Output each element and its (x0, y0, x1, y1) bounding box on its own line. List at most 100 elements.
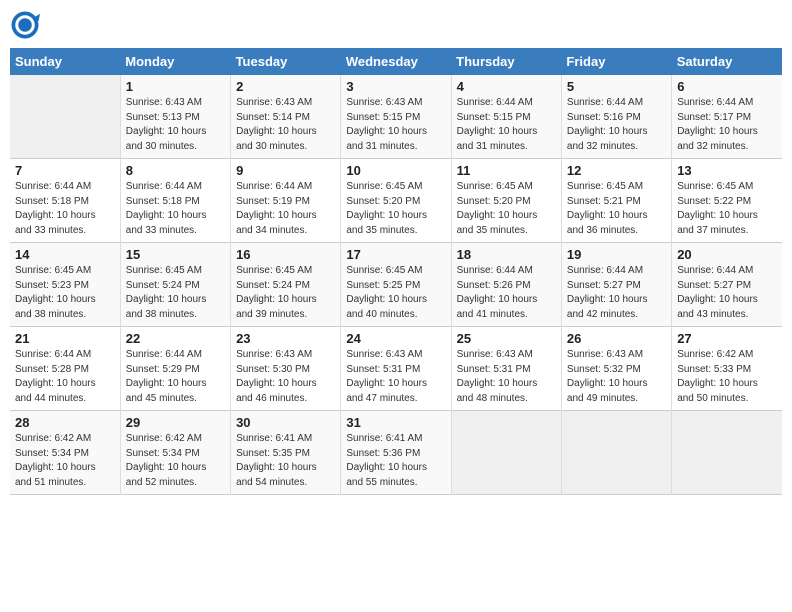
column-header-saturday: Saturday (672, 48, 782, 75)
day-info: Sunrise: 6:44 AMSunset: 5:19 PMDaylight:… (236, 180, 335, 238)
day-info: Sunrise: 6:45 AMSunset: 5:21 PMDaylight:… (567, 180, 666, 238)
calendar-cell: 12 Sunrise: 6:45 AMSunset: 5:21 PMDayligh… (561, 159, 671, 243)
column-header-tuesday: Tuesday (231, 48, 341, 75)
day-info: Sunrise: 6:45 AMSunset: 5:24 PMDaylight:… (236, 264, 335, 322)
calendar-cell: 21Sunrise: 6:44 AMSunset: 5:28 PMDayligh… (10, 327, 120, 411)
column-header-wednesday: Wednesday (341, 48, 451, 75)
day-number: 24 (346, 331, 445, 346)
calendar-cell: 25 Sunrise: 6:43 AMSunset: 5:31 PMDayligh… (451, 327, 561, 411)
day-number: 8 (126, 163, 225, 178)
day-info: Sunrise: 6:42 AMSunset: 5:34 PMDaylight:… (15, 432, 115, 490)
day-number: 13 (677, 163, 777, 178)
day-info: Sunrise: 6:44 AMSunset: 5:17 PMDaylight:… (677, 96, 777, 154)
day-number: 17 (346, 247, 445, 262)
day-info: Sunrise: 6:43 AMSunset: 5:31 PMDaylight:… (346, 348, 445, 406)
calendar-cell (672, 411, 782, 495)
calendar-cell: 18 Sunrise: 6:44 AMSunset: 5:26 PMDayligh… (451, 243, 561, 327)
day-number: 9 (236, 163, 335, 178)
calendar-cell: 26 Sunrise: 6:43 AMSunset: 5:32 PMDayligh… (561, 327, 671, 411)
calendar-table: SundayMondayTuesdayWednesdayThursdayFrid… (10, 48, 782, 495)
day-number: 2 (236, 79, 335, 94)
day-number: 31 (346, 415, 445, 430)
day-info: Sunrise: 6:44 AMSunset: 5:18 PMDaylight:… (126, 180, 225, 238)
calendar-cell: 7 Sunrise: 6:44 AMSunset: 5:18 PMDaylight… (10, 159, 120, 243)
calendar-cell: 22 Sunrise: 6:44 AMSunset: 5:29 PMDayligh… (120, 327, 230, 411)
calendar-cell: 20 Sunrise: 6:44 AMSunset: 5:27 PMDayligh… (672, 243, 782, 327)
day-info: Sunrise: 6:44 AMSunset: 5:28 PMDaylight:… (15, 348, 115, 406)
day-info: Sunrise: 6:44 AMSunset: 5:15 PMDaylight:… (457, 96, 556, 154)
day-number: 22 (126, 331, 225, 346)
calendar-cell: 29 Sunrise: 6:42 AMSunset: 5:34 PMDayligh… (120, 411, 230, 495)
day-number: 11 (457, 163, 556, 178)
day-number: 12 (567, 163, 666, 178)
calendar-cell: 31 Sunrise: 6:41 AMSunset: 5:36 PMDayligh… (341, 411, 451, 495)
day-info: Sunrise: 6:45 AMSunset: 5:20 PMDaylight:… (457, 180, 556, 238)
day-number: 20 (677, 247, 777, 262)
calendar-cell: 5Sunrise: 6:44 AMSunset: 5:16 PMDaylight… (561, 75, 671, 159)
day-info: Sunrise: 6:42 AMSunset: 5:34 PMDaylight:… (126, 432, 225, 490)
day-number: 26 (567, 331, 666, 346)
day-info: Sunrise: 6:41 AMSunset: 5:35 PMDaylight:… (236, 432, 335, 490)
calendar-cell: 13 Sunrise: 6:45 AMSunset: 5:22 PMDayligh… (672, 159, 782, 243)
day-number: 28 (15, 415, 115, 430)
day-number: 25 (457, 331, 556, 346)
day-number: 27 (677, 331, 777, 346)
day-info: Sunrise: 6:44 AMSunset: 5:27 PMDaylight:… (677, 264, 777, 322)
day-info: Sunrise: 6:45 AMSunset: 5:23 PMDaylight:… (15, 264, 115, 322)
calendar-cell: 9 Sunrise: 6:44 AMSunset: 5:19 PMDaylight… (231, 159, 341, 243)
day-info: Sunrise: 6:43 AMSunset: 5:32 PMDaylight:… (567, 348, 666, 406)
calendar-cell (10, 75, 120, 159)
calendar-cell: 30Sunrise: 6:41 AMSunset: 5:35 PMDayligh… (231, 411, 341, 495)
calendar-header-row: SundayMondayTuesdayWednesdayThursdayFrid… (10, 48, 782, 75)
day-info: Sunrise: 6:45 AMSunset: 5:22 PMDaylight:… (677, 180, 777, 238)
day-number: 16 (236, 247, 335, 262)
day-number: 18 (457, 247, 556, 262)
day-info: Sunrise: 6:42 AMSunset: 5:33 PMDaylight:… (677, 348, 777, 406)
calendar-cell: 19 Sunrise: 6:44 AMSunset: 5:27 PMDayligh… (561, 243, 671, 327)
page-header (10, 10, 782, 40)
day-number: 6 (677, 79, 777, 94)
day-number: 4 (457, 79, 556, 94)
calendar-week-row: 21Sunrise: 6:44 AMSunset: 5:28 PMDayligh… (10, 327, 782, 411)
day-info: Sunrise: 6:44 AMSunset: 5:27 PMDaylight:… (567, 264, 666, 322)
calendar-cell (451, 411, 561, 495)
day-number: 15 (126, 247, 225, 262)
day-number: 29 (126, 415, 225, 430)
calendar-week-row: 7 Sunrise: 6:44 AMSunset: 5:18 PMDaylight… (10, 159, 782, 243)
day-number: 10 (346, 163, 445, 178)
day-info: Sunrise: 6:43 AMSunset: 5:30 PMDaylight:… (236, 348, 335, 406)
calendar-cell: 1Sunrise: 6:43 AMSunset: 5:13 PMDaylight… (120, 75, 230, 159)
day-info: Sunrise: 6:44 AMSunset: 5:26 PMDaylight:… (457, 264, 556, 322)
calendar-cell: 2 Sunrise: 6:43 AMSunset: 5:14 PMDaylight… (231, 75, 341, 159)
day-number: 5 (567, 79, 666, 94)
day-number: 1 (126, 79, 225, 94)
calendar-cell: 17 Sunrise: 6:45 AMSunset: 5:25 PMDayligh… (341, 243, 451, 327)
day-info: Sunrise: 6:45 AMSunset: 5:20 PMDaylight:… (346, 180, 445, 238)
day-info: Sunrise: 6:44 AMSunset: 5:29 PMDaylight:… (126, 348, 225, 406)
column-header-friday: Friday (561, 48, 671, 75)
day-number: 19 (567, 247, 666, 262)
day-info: Sunrise: 6:44 AMSunset: 5:18 PMDaylight:… (15, 180, 115, 238)
calendar-cell: 8 Sunrise: 6:44 AMSunset: 5:18 PMDaylight… (120, 159, 230, 243)
calendar-cell: 14 Sunrise: 6:45 AMSunset: 5:23 PMDayligh… (10, 243, 120, 327)
day-info: Sunrise: 6:41 AMSunset: 5:36 PMDaylight:… (346, 432, 445, 490)
day-number: 3 (346, 79, 445, 94)
logo (10, 10, 42, 40)
day-info: Sunrise: 6:43 AMSunset: 5:31 PMDaylight:… (457, 348, 556, 406)
calendar-cell: 23 Sunrise: 6:43 AMSunset: 5:30 PMDayligh… (231, 327, 341, 411)
calendar-cell: 3 Sunrise: 6:43 AMSunset: 5:15 PMDaylight… (341, 75, 451, 159)
calendar-week-row: 14 Sunrise: 6:45 AMSunset: 5:23 PMDayligh… (10, 243, 782, 327)
day-number: 14 (15, 247, 115, 262)
column-header-monday: Monday (120, 48, 230, 75)
day-number: 7 (15, 163, 115, 178)
day-info: Sunrise: 6:45 AMSunset: 5:25 PMDaylight:… (346, 264, 445, 322)
calendar-cell: 4 Sunrise: 6:44 AMSunset: 5:15 PMDaylight… (451, 75, 561, 159)
logo-icon (10, 10, 40, 40)
calendar-cell: 11 Sunrise: 6:45 AMSunset: 5:20 PMDayligh… (451, 159, 561, 243)
calendar-cell: 24 Sunrise: 6:43 AMSunset: 5:31 PMDayligh… (341, 327, 451, 411)
day-number: 23 (236, 331, 335, 346)
day-info: Sunrise: 6:43 AMSunset: 5:14 PMDaylight:… (236, 96, 335, 154)
calendar-cell: 27 Sunrise: 6:42 AMSunset: 5:33 PMDayligh… (672, 327, 782, 411)
day-info: Sunrise: 6:45 AMSunset: 5:24 PMDaylight:… (126, 264, 225, 322)
day-info: Sunrise: 6:43 AMSunset: 5:15 PMDaylight:… (346, 96, 445, 154)
